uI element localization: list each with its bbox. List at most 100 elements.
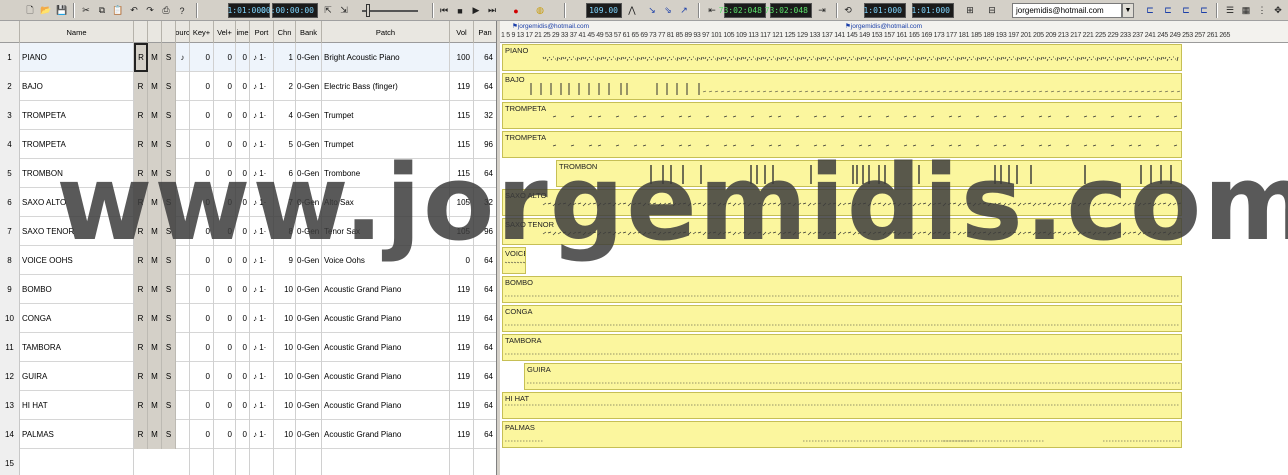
track-channel[interactable]: 8 <box>274 217 296 246</box>
track-pan[interactable]: 64 <box>474 333 496 362</box>
track-bank[interactable]: 0-Gen <box>296 101 322 130</box>
loop-end-display[interactable]: 1:01:000 <box>911 3 954 18</box>
track-name[interactable]: SAXO ALTO <box>20 188 134 217</box>
track-bank[interactable]: 0-Gen <box>296 246 322 275</box>
mute-button[interactable]: M <box>148 391 162 420</box>
snap-icon[interactable]: ⊟ <box>984 3 1000 18</box>
track-clip[interactable]: GUIRA <box>524 363 1182 390</box>
paste-icon[interactable]: 📋 <box>110 3 126 18</box>
track-port[interactable]: ♪ 1· <box>250 246 274 275</box>
track-pan[interactable]: 64 <box>474 362 496 391</box>
track-row[interactable]: 3 TROMPETA 0 0 0 ♪ 1· 4 0-Gen Trumpet 115 32 R M S <box>0 101 496 130</box>
track-vel-offset[interactable]: 0 <box>214 420 236 449</box>
record-arm-button[interactable]: R <box>134 159 148 188</box>
header-time[interactable]: ime <box>236 21 250 43</box>
record-arm-button[interactable]: R <box>134 304 148 333</box>
loop-start-display[interactable]: 1:01:000 <box>863 3 906 18</box>
goto-marker-4-icon[interactable]: ⊏ <box>1196 3 1212 18</box>
solo-button[interactable]: S <box>162 43 176 72</box>
track-key-offset[interactable]: 0 <box>190 333 214 362</box>
track-bank[interactable]: 0-Gen <box>296 159 322 188</box>
track-pan[interactable]: 64 <box>474 391 496 420</box>
track-bank[interactable]: 0-Gen <box>296 420 322 449</box>
track-volume[interactable]: 0 <box>450 246 474 275</box>
mute-button[interactable]: M <box>148 304 162 333</box>
track-patch[interactable]: Acoustic Grand Piano <box>322 420 450 449</box>
track-port[interactable]: ♪ 1· <box>250 333 274 362</box>
grid-view-icon[interactable]: ▦ <box>1238 3 1254 18</box>
track-clip[interactable]: CONGA <box>502 305 1182 332</box>
track-volume[interactable]: 115 <box>450 101 474 130</box>
solo-button[interactable]: S <box>162 304 176 333</box>
track-patch[interactable]: Acoustic Grand Piano <box>322 362 450 391</box>
solo-button[interactable]: S <box>162 130 176 159</box>
solo-button[interactable]: S <box>162 333 176 362</box>
track-channel[interactable]: 10 <box>274 333 296 362</box>
track-key-offset[interactable]: 0 <box>190 72 214 101</box>
mute-button[interactable]: M <box>148 159 162 188</box>
track-name[interactable] <box>20 449 134 475</box>
tempo-display[interactable]: 109.00 <box>586 3 622 18</box>
track-bank[interactable]: 0-Gen <box>296 188 322 217</box>
track-port[interactable]: ♪ 1· <box>250 159 274 188</box>
header-vel[interactable]: Vel+ <box>214 21 236 43</box>
track-channel[interactable]: 1 <box>274 43 296 72</box>
rewind-icon[interactable]: ⏮ <box>436 3 452 18</box>
track-time-offset[interactable]: 0 <box>236 72 250 101</box>
track-port[interactable]: ♪ 1· <box>250 420 274 449</box>
track-bank[interactable]: 0-Gen <box>296 217 322 246</box>
new-file-icon[interactable]: 🗋 <box>22 3 38 18</box>
record-arm-button[interactable]: R <box>134 391 148 420</box>
track-source[interactable] <box>176 101 190 130</box>
track-time-offset[interactable]: 0 <box>236 333 250 362</box>
track-pan[interactable]: 32 <box>474 188 496 217</box>
record-arm-button[interactable]: R <box>134 275 148 304</box>
position-slider-thumb[interactable] <box>366 4 370 17</box>
track-port[interactable]: ♪ 1· <box>250 362 274 391</box>
mute-button[interactable]: M <box>148 333 162 362</box>
track-key-offset[interactable]: 0 <box>190 420 214 449</box>
track-clip[interactable]: TROMPETA <box>502 131 1182 158</box>
print-icon[interactable]: ⎙ <box>158 3 174 18</box>
record-arm-button[interactable]: R <box>134 188 148 217</box>
record-arm-button[interactable]: R <box>134 420 148 449</box>
from-time-display[interactable]: 73:02:048 <box>719 3 766 18</box>
fast-forward-icon[interactable]: ⏭ <box>484 3 500 18</box>
track-source[interactable] <box>176 449 190 475</box>
header-key[interactable]: Key+ <box>190 21 214 43</box>
track-vel-offset[interactable]: 0 <box>214 72 236 101</box>
tempo-down-icon[interactable]: ↘ <box>644 3 660 18</box>
record-arm-button[interactable]: R <box>134 217 148 246</box>
track-source[interactable] <box>176 420 190 449</box>
track-name[interactable]: BAJO <box>20 72 134 101</box>
track-channel[interactable] <box>274 449 296 475</box>
track-name[interactable]: SAXO TENOR <box>20 217 134 246</box>
track-key-offset[interactable]: 0 <box>190 130 214 159</box>
header-pan[interactable]: Pan <box>474 21 496 43</box>
track-key-offset[interactable]: 0 <box>190 275 214 304</box>
track-row[interactable]: 10 CONGA 0 0 0 ♪ 1· 10 0-Gen Acoustic Grand Pian… <box>0 304 496 333</box>
open-folder-icon[interactable]: 📂 <box>38 3 54 18</box>
track-volume[interactable]: 115 <box>450 130 474 159</box>
track-clip[interactable]: PALMAS <box>502 421 1182 448</box>
align-icon[interactable]: ⋮ <box>1254 3 1270 18</box>
track-vel-offset[interactable]: 0 <box>214 391 236 420</box>
track-volume[interactable]: 105 <box>450 188 474 217</box>
mute-button[interactable]: M <box>148 246 162 275</box>
mute-button[interactable]: M <box>148 275 162 304</box>
thru-time-display[interactable]: 73:02:048 <box>765 3 812 18</box>
record-arm-button[interactable]: R <box>134 72 148 101</box>
track-source[interactable] <box>176 304 190 333</box>
track-channel[interactable]: 10 <box>274 304 296 333</box>
goto-marker-2-icon[interactable]: ⊏ <box>1160 3 1176 18</box>
track-source[interactable] <box>176 246 190 275</box>
track-pan[interactable]: 96 <box>474 130 496 159</box>
track-key-offset[interactable]: 0 <box>190 362 214 391</box>
track-time-offset[interactable]: 0 <box>236 275 250 304</box>
mute-button[interactable]: M <box>148 43 162 72</box>
track-time-offset[interactable]: 0 <box>236 246 250 275</box>
track-key-offset[interactable] <box>190 449 214 475</box>
track-clip[interactable]: BOMBO <box>502 276 1182 303</box>
solo-button[interactable]: S <box>162 362 176 391</box>
solo-button[interactable]: S <box>162 188 176 217</box>
